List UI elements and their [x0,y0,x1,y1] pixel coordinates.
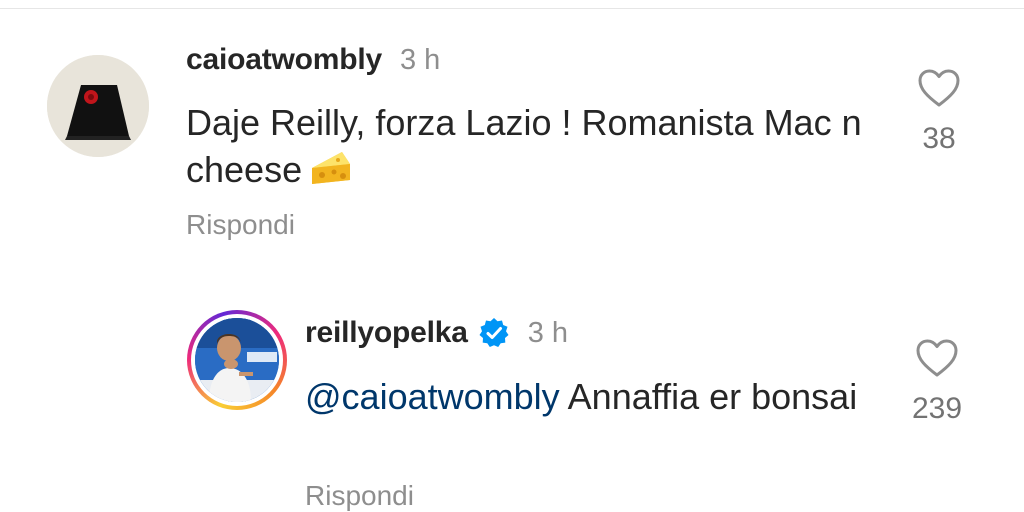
heart-icon[interactable] [915,338,959,378]
comment-text: @caioatwombly Annaffia er bonsai [305,373,865,420]
avatar-image [195,318,279,402]
avatar-story-ring[interactable] [187,310,287,410]
reply-comment: reillyopelka 3 h @caioatwombly Annaffia … [0,0,1024,511]
reply-button[interactable]: Rispondi [305,480,414,512]
mention-link[interactable]: @caioatwombly [305,376,560,417]
like-count: 239 [911,392,963,425]
comment-body: Annaffia er bonsai [567,376,858,417]
username[interactable]: reillyopelka [305,316,468,350]
like-control[interactable]: 239 [898,338,976,426]
comment-header: reillyopelka 3 h [305,313,568,353]
verified-badge-icon [479,318,509,347]
timestamp: 3 h [527,316,569,349]
avatar [195,318,279,402]
